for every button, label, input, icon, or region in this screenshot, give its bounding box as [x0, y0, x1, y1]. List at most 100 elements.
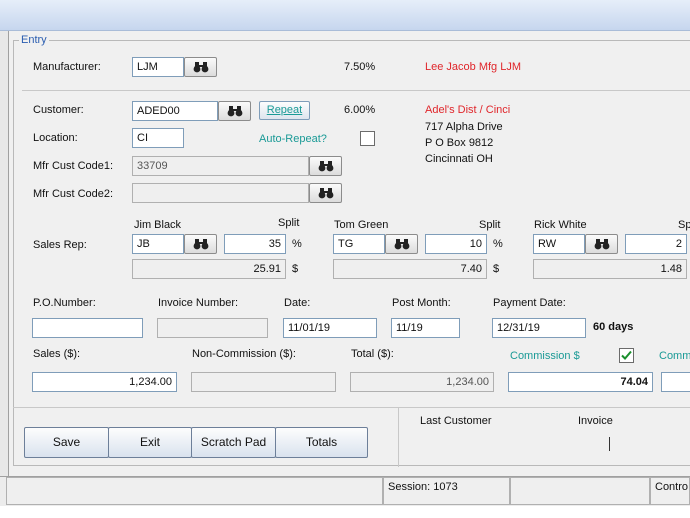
manufacturer-rate: 7.50% — [344, 61, 376, 73]
bottom-divider — [13, 407, 690, 408]
binoculars-icon — [318, 161, 334, 172]
post-month-input[interactable]: 11/19 — [391, 318, 460, 338]
save-button[interactable]: Save — [24, 427, 109, 458]
manufacturer-input[interactable]: LJM — [132, 57, 184, 77]
sales-rep-2-percent-sign: % — [493, 238, 503, 250]
status-cell-control: Contro — [650, 477, 690, 505]
customer-rate: 6.00% — [344, 104, 376, 116]
repeat-button[interactable]: Repeat — [259, 101, 310, 120]
binoculars-icon — [318, 188, 334, 199]
sales-rep-3-lookup-button[interactable] — [585, 234, 618, 254]
binoculars-icon — [227, 106, 243, 117]
manufacturer-lookup-button[interactable] — [184, 57, 217, 77]
binoculars-icon — [193, 62, 209, 73]
window-bottom-edge — [0, 506, 690, 518]
invoice-number-label: Invoice Number: — [158, 297, 239, 309]
mfr-cust-code1-lookup-button[interactable] — [309, 156, 342, 176]
total-amount: 1,234.00 — [350, 372, 494, 392]
sales-rep-2-dollar-sign: $ — [493, 263, 500, 275]
customer-address-line-2: P O Box 9812 — [425, 137, 494, 149]
mfr-cust-code2-label: Mfr Cust Code2: — [33, 188, 114, 200]
location-label: Location: — [33, 132, 78, 144]
po-number-label: P.O.Number: — [33, 297, 96, 309]
last-invoice-label: Invoice — [578, 415, 613, 427]
commission-extra-input[interactable] — [661, 372, 690, 392]
location-input[interactable]: CI — [132, 128, 184, 148]
sales-rep-2-split-input[interactable]: 10 — [425, 234, 487, 254]
customer-input[interactable]: ADED00 — [132, 101, 218, 121]
exit-button[interactable]: Exit — [108, 427, 192, 458]
window-left-border — [0, 31, 9, 476]
customer-address-line-3: Cincinnati OH — [425, 153, 493, 165]
totals-button[interactable]: Totals — [275, 427, 368, 458]
check-icon — [621, 350, 632, 360]
auto-repeat-label: Auto-Repeat? — [259, 133, 327, 145]
section-divider — [22, 90, 690, 91]
sales-rep-1-amount: 25.91 — [132, 259, 286, 279]
sales-rep-2-amount: 7.40 — [333, 259, 487, 279]
payment-days: 60 days — [593, 321, 634, 333]
last-invoice-value-marker — [609, 437, 610, 451]
commission-input[interactable]: 74.04 — [508, 372, 653, 392]
sales-rep-1-lookup-button[interactable] — [184, 234, 217, 254]
customer-lookup-button[interactable] — [218, 101, 251, 121]
sales-label: Sales ($): — [33, 348, 81, 360]
sales-rep-1-code-input[interactable]: JB — [132, 234, 184, 254]
non-commission-input[interactable] — [191, 372, 336, 392]
sales-rep-1-dollar-sign: $ — [292, 263, 299, 275]
totals-button-label: Totals — [305, 435, 338, 449]
sales-rep-2-lookup-button[interactable] — [385, 234, 418, 254]
mfr-cust-code1-label: Mfr Cust Code1: — [33, 160, 114, 172]
total-label: Total ($): — [351, 348, 394, 360]
sales-rep-3-name: Rick White — [534, 219, 587, 231]
status-cell-blank — [510, 477, 650, 505]
post-month-label: Post Month: — [392, 297, 451, 309]
sales-rep-1-split-label: Split — [278, 217, 300, 229]
scratch-pad-button[interactable]: Scratch Pad — [191, 427, 276, 458]
sales-rep-3-code-input[interactable]: RW — [533, 234, 585, 254]
sales-rep-3-split-label: Sp — [678, 219, 690, 231]
mfr-cust-code1-input[interactable]: 33709 — [132, 156, 309, 176]
sales-rep-2-code-input[interactable]: TG — [333, 234, 385, 254]
customer-address-line-1: 717 Alpha Drive — [425, 121, 503, 133]
mfr-cust-code2-lookup-button[interactable] — [309, 183, 342, 203]
sales-rep-label: Sales Rep: — [33, 239, 87, 251]
sales-rep-2-split-label: Split — [479, 219, 501, 231]
commission-checkbox[interactable] — [619, 348, 634, 363]
entry-group-label: Entry — [19, 34, 49, 46]
window-title-bar — [0, 0, 690, 31]
payment-date-input[interactable]: 12/31/19 — [492, 318, 586, 338]
sales-input[interactable]: 1,234.00 — [32, 372, 177, 392]
save-button-label: Save — [52, 435, 81, 449]
auto-repeat-checkbox[interactable] — [360, 131, 375, 146]
invoice-number-input[interactable] — [157, 318, 268, 338]
customer-name: Adel's Dist / Cinci — [425, 104, 511, 116]
non-commission-label: Non-Commission ($): — [192, 348, 296, 360]
date-label: Date: — [284, 297, 311, 309]
customer-label: Customer: — [33, 104, 84, 116]
commission-label: Commission $ — [510, 350, 580, 362]
panel-divider — [398, 407, 399, 467]
last-customer-label: Last Customer — [420, 415, 492, 427]
binoculars-icon — [394, 239, 410, 250]
sales-rep-2-name: Tom Green — [334, 219, 389, 231]
binoculars-icon — [594, 239, 610, 250]
mfr-cust-code2-input[interactable] — [132, 183, 309, 203]
manufacturer-name: Lee Jacob Mfg LJM — [425, 61, 521, 73]
sales-rep-3-split-input[interactable]: 2 — [625, 234, 687, 254]
control-text: Contro — [655, 481, 689, 493]
commission-column-label: Comm — [659, 350, 690, 362]
sales-rep-1-split-input[interactable]: 35 — [224, 234, 286, 254]
binoculars-icon — [193, 239, 209, 250]
sales-rep-1-percent-sign: % — [292, 238, 302, 250]
session-text: Session: 1073 — [388, 481, 458, 493]
payment-date-label: Payment Date: — [493, 297, 566, 309]
sales-rep-1-name: Jim Black — [134, 219, 182, 231]
date-input[interactable]: 11/01/19 — [283, 318, 377, 338]
sales-rep-3-amount: 1.48 — [533, 259, 687, 279]
scratch-pad-button-label: Scratch Pad — [200, 435, 267, 449]
po-number-input[interactable] — [32, 318, 143, 338]
exit-button-label: Exit — [139, 435, 160, 449]
manufacturer-label: Manufacturer: — [33, 61, 101, 73]
status-cell-session: Session: 1073 — [383, 477, 510, 505]
